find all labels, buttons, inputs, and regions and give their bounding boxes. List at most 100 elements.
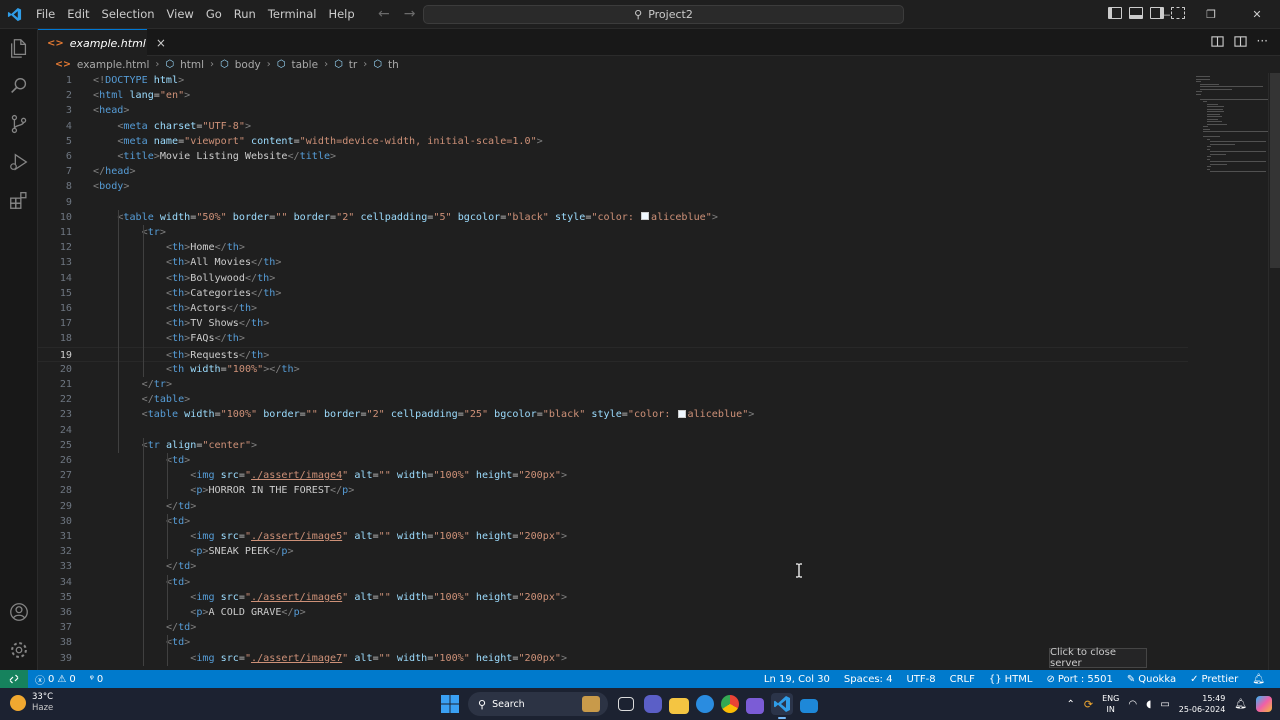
code-line[interactable]: 22 </table> xyxy=(38,392,1188,407)
breadcrumb-th[interactable]: th xyxy=(388,59,399,71)
back-arrow-icon[interactable]: ← xyxy=(378,6,390,22)
menu-file[interactable]: File xyxy=(30,0,61,29)
color-swatch-icon[interactable] xyxy=(677,409,686,418)
media-app-icon[interactable] xyxy=(746,697,764,714)
code-line[interactable]: 6 <title>Movie Listing Website</title> xyxy=(38,149,1188,164)
chrome-browser-icon[interactable] xyxy=(721,695,739,713)
windows-start-icon[interactable] xyxy=(439,693,461,715)
editor-scrollbar[interactable] xyxy=(1268,73,1280,670)
code-line[interactable]: 23 <table width="100%" border="" border=… xyxy=(38,407,1188,422)
notifications-bell-icon[interactable]: 🔔︎ xyxy=(1245,674,1272,685)
restore-icon[interactable]: ❐ xyxy=(1188,0,1234,29)
account-icon[interactable] xyxy=(8,601,30,623)
code-line[interactable]: 28 <p>HORROR IN THE FOREST</p> xyxy=(38,483,1188,498)
code-line[interactable]: 8 <body> xyxy=(38,179,1188,194)
ports-indicator[interactable]: ᵠ0 xyxy=(83,674,111,685)
code-line[interactable]: 5 <meta name="viewport" content="width=d… xyxy=(38,134,1188,149)
code-line[interactable]: 1 <!DOCTYPE html> xyxy=(38,73,1188,88)
code-line[interactable]: 29 </td> xyxy=(38,499,1188,514)
source-control-icon[interactable] xyxy=(8,113,30,135)
live-server-port[interactable]: ⊘ Port : 5501 xyxy=(1039,674,1119,685)
breadcrumb-body[interactable]: body xyxy=(235,59,261,71)
clock[interactable]: 15:49 25-06-2024 xyxy=(1179,693,1226,715)
menu-run[interactable]: Run xyxy=(228,0,262,29)
search-icon[interactable] xyxy=(8,75,30,97)
code-line[interactable]: 20 <th width="100%"></th> xyxy=(38,362,1188,377)
breadcrumb-html[interactable]: html xyxy=(180,59,204,71)
code-line[interactable]: 33 </td> xyxy=(38,559,1188,574)
code-line[interactable]: 17 <th>TV Shows</th> xyxy=(38,316,1188,331)
code-line[interactable]: 11 <tr> xyxy=(38,225,1188,240)
close-tab-icon[interactable]: × xyxy=(156,36,166,50)
command-center[interactable]: ⚲ Project2 xyxy=(423,5,904,24)
forward-arrow-icon[interactable]: → xyxy=(404,6,416,22)
task-view-icon[interactable] xyxy=(618,697,634,711)
settings-gear-icon[interactable] xyxy=(8,639,30,661)
end-of-line[interactable]: CRLF xyxy=(943,674,982,685)
code-line[interactable]: 36 <p>A COLD GRAVE</p> xyxy=(38,605,1188,620)
edge-browser-icon[interactable] xyxy=(696,695,714,713)
copilot-icon[interactable] xyxy=(1256,696,1272,712)
code-line[interactable]: 10 <table width="50%" border="" border="… xyxy=(38,210,1188,225)
explorer-icon[interactable] xyxy=(8,37,30,59)
code-line[interactable]: 25 <tr align="center"> xyxy=(38,438,1188,453)
code-line[interactable]: 37 </td> xyxy=(38,620,1188,635)
code-line[interactable]: 15 <th>Categories</th> xyxy=(38,286,1188,301)
minimap[interactable] xyxy=(1188,73,1274,670)
split-editor-icon[interactable] xyxy=(1233,35,1247,48)
language-mode[interactable]: {} HTML xyxy=(982,674,1040,685)
code-line[interactable]: 24 xyxy=(38,423,1188,438)
code-editor[interactable]: 1 <!DOCTYPE html> 2 <html lang="en"> 3 <head>… xyxy=(38,73,1188,670)
sync-icon[interactable]: ⟳ xyxy=(1084,698,1093,711)
code-line[interactable]: 21 </tr> xyxy=(38,377,1188,392)
mail-app-icon[interactable] xyxy=(800,699,818,713)
code-line[interactable]: 13 <th>All Movies</th> xyxy=(38,255,1188,270)
code-line[interactable]: 32 <p>SNEAK PEEK</p> xyxy=(38,544,1188,559)
extensions-icon[interactable] xyxy=(8,189,30,211)
language-indicator[interactable]: ENG IN xyxy=(1102,693,1119,715)
run-debug-icon[interactable] xyxy=(8,151,30,173)
code-line[interactable]: 26 <td> xyxy=(38,453,1188,468)
code-line[interactable]: 3 <head> xyxy=(38,103,1188,118)
menu-go[interactable]: Go xyxy=(200,0,228,29)
code-line[interactable]: 16 <th>Actors</th> xyxy=(38,301,1188,316)
vscode-taskbar-icon[interactable] xyxy=(771,693,793,719)
scrollbar-thumb[interactable] xyxy=(1270,73,1280,268)
breadcrumb-table[interactable]: table xyxy=(291,59,318,71)
code-line[interactable]: 27 <img src="./assert/image4" alt="" wid… xyxy=(38,468,1188,483)
tab-example-html[interactable]: <> example.html × xyxy=(38,29,166,56)
indentation[interactable]: Spaces: 4 xyxy=(837,674,900,685)
remote-indicator-icon[interactable] xyxy=(0,670,28,688)
taskbar-search[interactable]: ⚲ Search xyxy=(468,692,608,716)
breadcrumb-file[interactable]: example.html xyxy=(77,59,149,71)
menu-terminal[interactable]: Terminal xyxy=(262,0,323,29)
code-line[interactable]: 39 <img src="./assert/image7" alt="" wid… xyxy=(38,651,1188,666)
menu-help[interactable]: Help xyxy=(322,0,360,29)
code-line[interactable]: 30 <td> xyxy=(38,514,1188,529)
code-line[interactable]: 2 <html lang="en"> xyxy=(38,88,1188,103)
code-line[interactable]: 35 <img src="./assert/image6" alt="" wid… xyxy=(38,590,1188,605)
close-icon[interactable]: ✕ xyxy=(1234,0,1280,29)
more-actions-icon[interactable]: ··· xyxy=(1257,35,1268,48)
code-line[interactable]: 18 <th>FAQs</th> xyxy=(38,331,1188,346)
menu-view[interactable]: View xyxy=(161,0,200,29)
code-line[interactable]: 9 xyxy=(38,195,1188,210)
color-swatch-icon[interactable] xyxy=(641,212,650,221)
weather-widget[interactable]: 33°C Haze xyxy=(10,692,53,714)
open-preview-icon[interactable] xyxy=(1210,35,1224,48)
breadcrumb-tr[interactable]: tr xyxy=(349,59,357,71)
minimize-icon[interactable]: — xyxy=(1142,0,1188,29)
meet-icon[interactable] xyxy=(644,695,662,713)
code-line[interactable]: 31 <img src="./assert/image5" alt="" wid… xyxy=(38,529,1188,544)
toggle-primary-sidebar-icon[interactable] xyxy=(1108,7,1122,19)
code-line[interactable]: 38 <td> xyxy=(38,635,1188,650)
code-line[interactable]: 19 <th>Requests</th> xyxy=(38,346,1188,362)
file-explorer-icon[interactable] xyxy=(669,697,689,714)
encoding[interactable]: UTF-8 xyxy=(899,674,942,685)
prettier-status[interactable]: ✓ Prettier xyxy=(1183,674,1245,685)
volume-icon[interactable]: ◖ xyxy=(1146,699,1151,710)
code-line[interactable]: 4 <meta charset="UTF-8"> xyxy=(38,119,1188,134)
code-line[interactable]: 14 <th>Bollywood</th> xyxy=(38,271,1188,286)
code-line[interactable]: 7 </head> xyxy=(38,164,1188,179)
problems-indicator[interactable]: ⓧ 0 ⚠ 0 xyxy=(28,672,83,687)
